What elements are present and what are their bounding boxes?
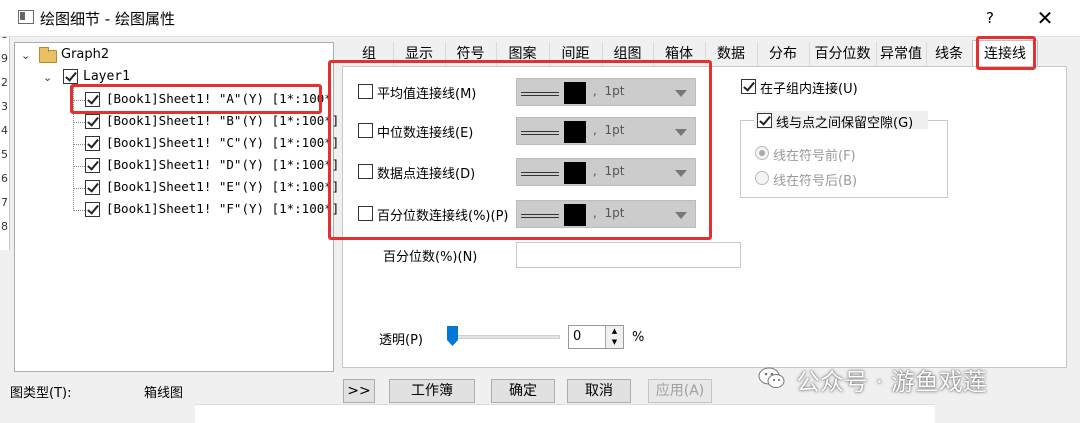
cancel-button[interactable]: 取消 bbox=[567, 379, 631, 403]
tree-dataset-item[interactable]: [Book1]Sheet1! "F"(Y) [1*:100*] bbox=[106, 201, 339, 216]
percentile-input[interactable] bbox=[516, 242, 741, 268]
workbook-button[interactable]: 工作簿 bbox=[389, 379, 475, 403]
highlight-item-a bbox=[70, 84, 322, 114]
gap-label: 线与点之间保留空隙(G) bbox=[776, 116, 914, 131]
row-number: 7 bbox=[1, 196, 8, 209]
tree-dataset-item[interactable]: [Book1]Sheet1! "D"(Y) [1*:100*] bbox=[106, 157, 339, 172]
dataset-checkbox[interactable] bbox=[85, 136, 100, 151]
dataset-checkbox[interactable] bbox=[85, 180, 100, 195]
apply-button[interactable]: 应用(A) bbox=[648, 379, 712, 403]
chevron-down-icon[interactable]: ⌄ bbox=[21, 49, 30, 62]
window-icon bbox=[18, 10, 34, 24]
background-row-numbers: 7892345678 bbox=[0, 0, 10, 250]
tree-dataset-item[interactable]: [Book1]Sheet1! "C"(Y) [1*:100*] bbox=[106, 135, 339, 150]
tree-layer[interactable]: Layer1 bbox=[83, 69, 130, 84]
title-bar: 绘图细节 - 绘图属性 ? ✕ bbox=[0, 0, 1080, 37]
radio-line-after-label: 线在符号后(B) bbox=[773, 174, 858, 189]
plot-type-value: 箱线图 bbox=[144, 386, 184, 401]
row-number: 5 bbox=[1, 148, 8, 161]
dataset-checkbox[interactable] bbox=[85, 158, 100, 173]
radio-line-before[interactable] bbox=[755, 146, 769, 160]
gap-checkbox[interactable] bbox=[757, 113, 772, 128]
tab-9[interactable]: 百分位数 bbox=[809, 42, 877, 66]
spin-down-icon[interactable]: ▼ bbox=[605, 337, 623, 348]
dataset-checkbox[interactable] bbox=[85, 114, 100, 129]
background-graph-strip bbox=[195, 404, 935, 423]
spin-up-icon[interactable]: ▲ bbox=[605, 326, 623, 337]
tab-10[interactable]: 异常值 bbox=[876, 42, 927, 66]
expand-button[interactable]: >> bbox=[343, 379, 375, 403]
ok-button[interactable]: 确定 bbox=[491, 379, 555, 403]
wechat-icon bbox=[758, 367, 785, 388]
help-button[interactable]: ? bbox=[980, 6, 1000, 30]
dataset-checkbox[interactable] bbox=[85, 202, 100, 217]
highlight-connect-options bbox=[328, 60, 712, 240]
folder-icon bbox=[39, 47, 57, 63]
row-number: 8 bbox=[1, 220, 8, 233]
row-number: 3 bbox=[1, 100, 8, 113]
percent-unit: % bbox=[632, 330, 645, 345]
row-number: 9 bbox=[1, 52, 8, 65]
tab-8[interactable]: 分布 bbox=[757, 42, 810, 66]
tab-11[interactable]: 线条 bbox=[926, 42, 973, 66]
window-title: 绘图细节 - 绘图属性 bbox=[40, 10, 175, 28]
radio-line-before-label: 线在符号前(F) bbox=[773, 149, 856, 164]
row-number: 2 bbox=[1, 76, 8, 89]
row-number: 4 bbox=[1, 124, 8, 137]
radio-line-after[interactable] bbox=[755, 171, 769, 185]
plot-type-label: 图类型(T): bbox=[10, 386, 72, 401]
highlight-active-tab bbox=[976, 36, 1036, 70]
transparency-label: 透明(P) bbox=[379, 333, 423, 348]
tab-7[interactable]: 数据 bbox=[705, 42, 758, 66]
chevron-down-icon[interactable]: ⌄ bbox=[43, 71, 52, 84]
tree-root-graph[interactable]: Graph2 bbox=[61, 47, 109, 62]
tree-dataset-item[interactable]: [Book1]Sheet1! "E"(Y) [1*:100*] bbox=[106, 179, 339, 194]
close-button[interactable]: ✕ bbox=[1030, 4, 1060, 32]
within-subgroup-checkbox[interactable] bbox=[741, 79, 756, 94]
watermark-text: 公众号 · 游鱼戏莲 bbox=[796, 368, 987, 396]
layer-checkbox[interactable] bbox=[63, 69, 78, 84]
transparency-slider-track[interactable] bbox=[450, 335, 560, 339]
transparency-value: 0 bbox=[573, 329, 582, 344]
percentile-label: 百分位数(%)(N) bbox=[383, 250, 478, 265]
tree-dataset-item[interactable]: [Book1]Sheet1! "B"(Y) [1*:100*] bbox=[106, 113, 339, 128]
transparency-spinner[interactable]: 0 ▲ ▼ bbox=[568, 325, 624, 349]
within-subgroup-label: 在子组内连接(U) bbox=[760, 82, 858, 97]
row-number: 6 bbox=[1, 172, 8, 185]
